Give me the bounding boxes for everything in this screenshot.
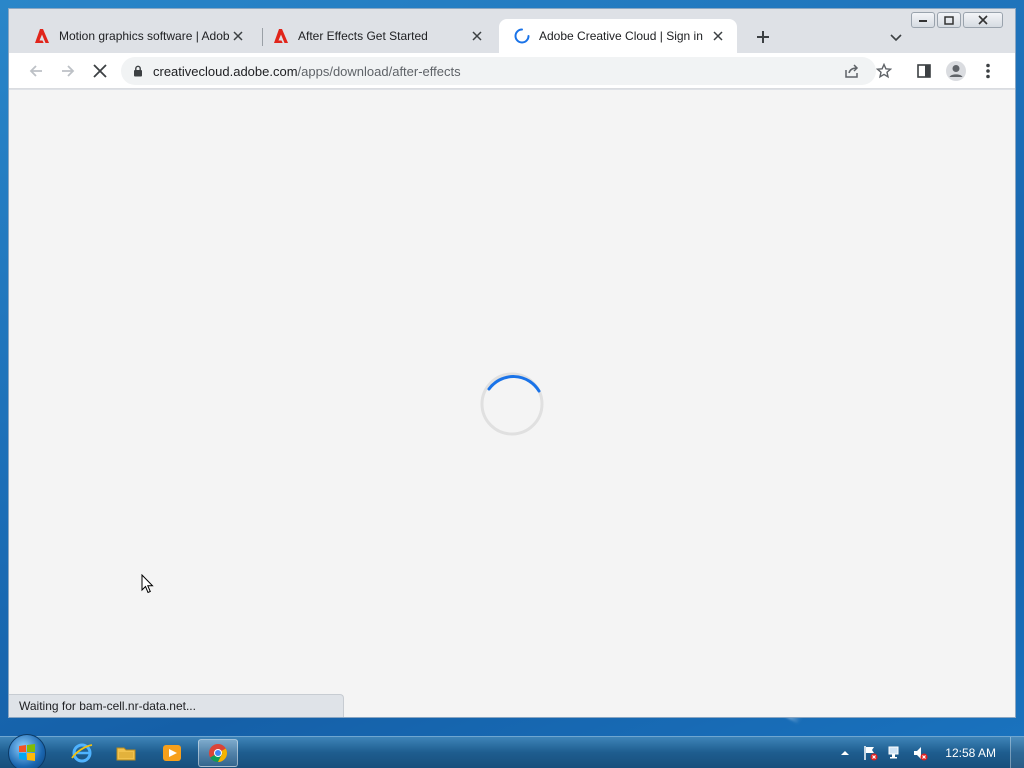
browser-toolbar: creativecloud.adobe.com/apps/download/af… [9,53,1015,89]
tab-title: Motion graphics software | Adobe [59,29,229,43]
start-windows-icon[interactable] [8,734,46,768]
file-explorer-icon[interactable] [106,739,146,767]
url-path: /apps/download/after-effects [297,63,461,79]
volume-muted-icon[interactable] [909,742,931,764]
status-bubble: Waiting for bam-cell.nr-data.net... [9,694,344,717]
browser-window: Motion graphics software | Adobe After E… [8,8,1016,718]
menu-kebab-icon[interactable] [975,58,1001,84]
tab-strip: Motion graphics software | Adobe After E… [9,19,1015,53]
tab-after-effects-get-started[interactable]: After Effects Get Started [258,19,496,53]
internet-explorer-icon[interactable] [62,739,102,767]
new-tab-button[interactable] [751,25,775,49]
share-icon[interactable] [839,58,865,84]
forward-button[interactable] [55,58,81,84]
tab-creative-cloud-sign-in[interactable]: Adobe Creative Cloud | Sign in [499,19,737,53]
chrome-icon[interactable] [198,739,238,767]
network-icon[interactable] [884,742,906,764]
mouse-cursor-icon [141,573,155,599]
page-loading-spinner [479,371,545,442]
tab-title: Adobe Creative Cloud | Sign in [539,29,703,43]
side-panel-icon[interactable] [911,58,937,84]
taskbar: 12:58 AM [0,734,1024,768]
show-desktop-button[interactable] [1010,737,1024,768]
tab-title: After Effects Get Started [298,29,428,43]
tab-close-icon[interactable] [709,27,727,45]
tab-motion-graphics[interactable]: Motion graphics software | Adobe [19,19,257,53]
loading-spinner-icon [513,27,531,45]
tab-close-icon[interactable] [229,27,247,45]
address-bar[interactable]: creativecloud.adobe.com/apps/download/af… [121,57,876,85]
url-host: creativecloud.adobe.com [153,63,298,79]
adobe-icon [272,27,290,45]
lock-icon [133,65,143,77]
tab-search-chevron-down-icon[interactable] [885,27,907,49]
adobe-icon [33,27,51,45]
taskbar-clock[interactable]: 12:58 AM [945,746,996,760]
show-hidden-icons-arrow-icon[interactable] [834,742,856,764]
back-button[interactable] [23,58,49,84]
profile-avatar-icon[interactable] [943,58,969,84]
page-content: Waiting for bam-cell.nr-data.net... [9,90,1015,717]
media-player-icon[interactable] [152,739,192,767]
system-tray: 12:58 AM [831,737,1024,768]
bookmark-star-icon[interactable] [871,58,897,84]
tab-close-icon[interactable] [468,27,486,45]
stop-loading-button[interactable] [87,58,113,84]
action-center-flag-icon[interactable] [859,742,881,764]
